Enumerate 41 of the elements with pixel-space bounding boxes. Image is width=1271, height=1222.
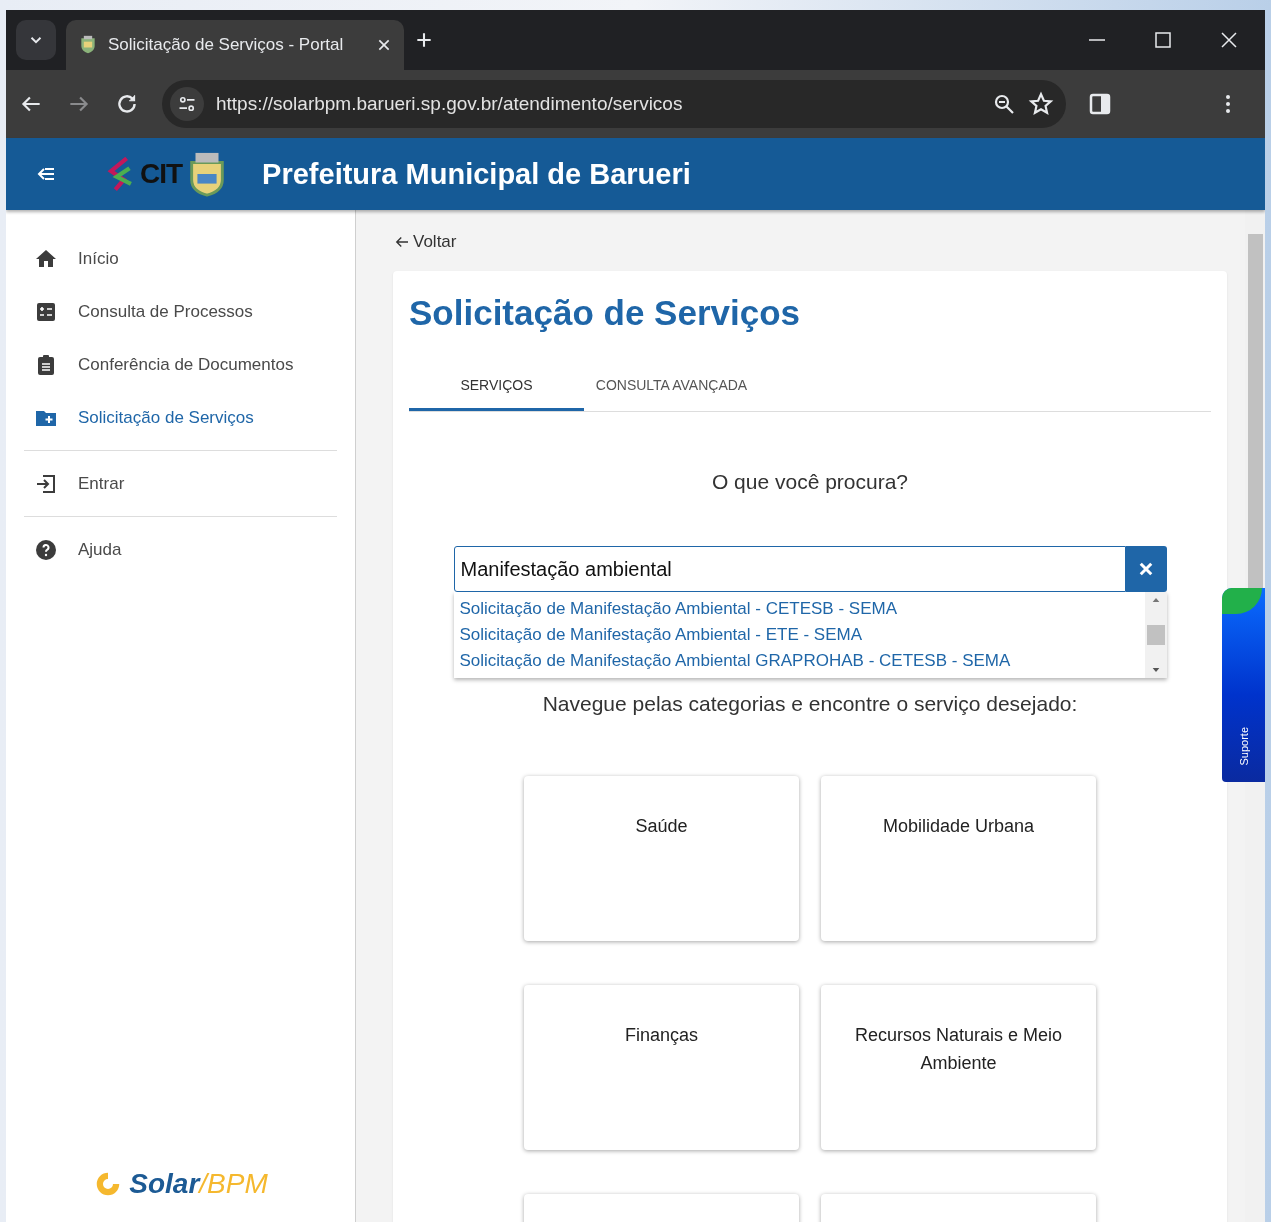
url-text: https://solarbpm.barueri.sp.gov.br/atendimento/servicos bbox=[216, 93, 684, 115]
scroll-up-icon[interactable] bbox=[1150, 596, 1161, 604]
category-card[interactable]: Recursos Naturais e Meio Ambiente bbox=[821, 985, 1096, 1150]
nav-item[interactable]: Início bbox=[24, 232, 337, 285]
tab-title: Solicitação de Serviços - Portal bbox=[108, 35, 345, 55]
category-card[interactable]: Saúde bbox=[524, 776, 799, 941]
support-tab[interactable]: Suporte bbox=[1222, 588, 1265, 782]
nav-item[interactable]: Conferência de Documentos bbox=[24, 338, 337, 391]
close-icon bbox=[1137, 560, 1155, 578]
category-card[interactable]: Finanças bbox=[524, 985, 799, 1150]
suggestion-item[interactable]: Solicitação de Manifestação Ambiental GRAPROHAB - CETESB - SEMA bbox=[459, 648, 1139, 674]
scrollbar-thumb[interactable] bbox=[1146, 625, 1165, 645]
star-icon[interactable] bbox=[1028, 91, 1054, 117]
suggestion-item[interactable]: Solicitação de Manifestação Ambiental - ETE - SEMA bbox=[459, 622, 1139, 648]
help-icon bbox=[34, 537, 58, 562]
side-panel-icon[interactable] bbox=[1088, 92, 1112, 116]
site-title: Prefeitura Municipal de Barueri bbox=[262, 157, 691, 191]
browse-hint: Navegue pelas categorias e encontre o serviço desejado: bbox=[541, 692, 1079, 716]
brand-logo-text: Solar/BPM bbox=[129, 1168, 268, 1200]
plus-icon[interactable] bbox=[414, 30, 434, 50]
close-icon[interactable] bbox=[376, 37, 392, 53]
back-link[interactable]: Voltar bbox=[393, 232, 457, 252]
nav-item[interactable]: Ajuda bbox=[24, 523, 337, 576]
page-title: Solicitação de Serviços bbox=[409, 293, 801, 333]
tab[interactable]: SERVIÇOS bbox=[409, 361, 584, 411]
scroll-down-icon[interactable] bbox=[1150, 666, 1161, 674]
search-question: O que você procura? bbox=[710, 470, 910, 494]
nav-item[interactable]: Solicitação de Serviços bbox=[24, 391, 337, 444]
nav-item[interactable]: Consulta de Processos bbox=[24, 285, 337, 338]
tab[interactable]: CONSULTA AVANÇADA bbox=[584, 361, 759, 411]
tune-icon[interactable] bbox=[177, 94, 197, 114]
logo-text: CIT bbox=[140, 158, 183, 190]
nav-item[interactable]: Entrar bbox=[24, 457, 337, 510]
category-card[interactable]: Mobilidade Urbana bbox=[821, 776, 1096, 941]
zoom-out-icon[interactable] bbox=[992, 92, 1016, 116]
browser-tab[interactable]: Solicitação de Serviços - Portal bbox=[66, 20, 404, 70]
search-field[interactable]: Manifestação ambiental bbox=[453, 546, 1126, 592]
suggestion-item[interactable]: Solicitação de Manifestação Ambiental - CETESB - SEMA bbox=[459, 596, 1139, 622]
address-bar[interactable]: https://solarbpm.barueri.sp.gov.br/atendimento/servicos bbox=[162, 80, 1066, 128]
clear-button[interactable] bbox=[1125, 546, 1167, 592]
crest-icon bbox=[78, 34, 98, 56]
